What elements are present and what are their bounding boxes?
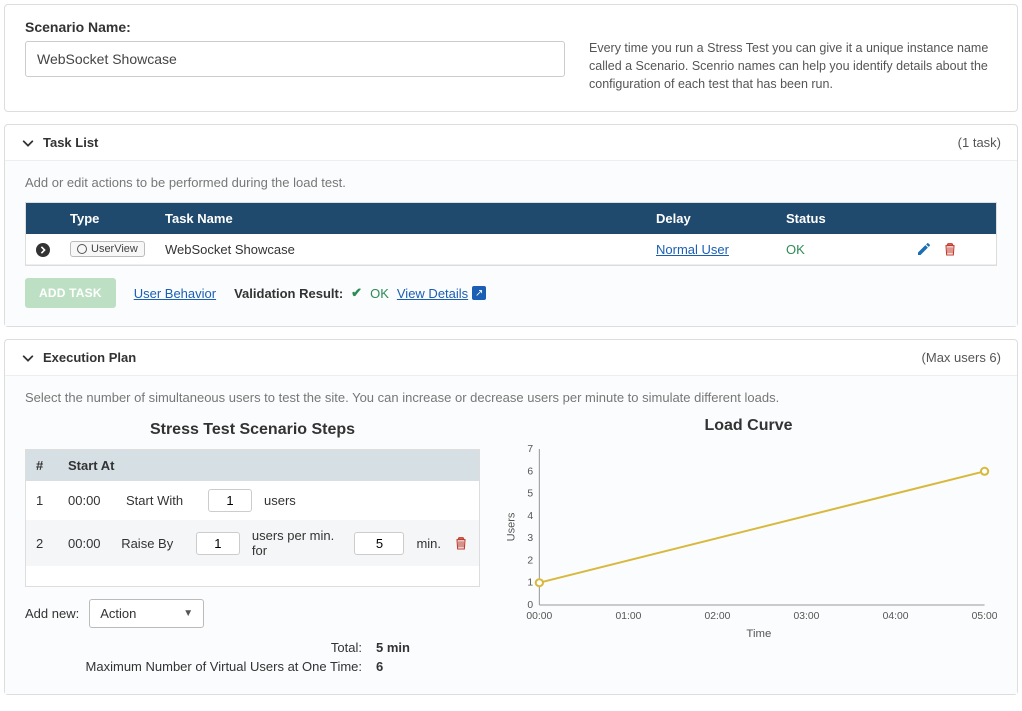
step-action-label: Raise By (121, 536, 184, 551)
svg-text:01:00: 01:00 (615, 612, 641, 623)
task-list-header[interactable]: Task List (1 task) (5, 125, 1017, 161)
task-table: Type Task Name Delay Status (26, 203, 996, 265)
step-startat: 00:00 (68, 536, 109, 551)
execution-plan-header[interactable]: Execution Plan (Max users 6) (5, 340, 1017, 376)
svg-text:2: 2 (527, 556, 533, 567)
svg-text:Time: Time (746, 629, 771, 641)
scenario-help-text: Every time you run a Stress Test you can… (589, 19, 997, 93)
pencil-icon[interactable] (916, 241, 932, 257)
step-action-label: Start With (126, 493, 196, 508)
add-task-button[interactable]: ADD TASK (25, 278, 116, 308)
svg-text:3: 3 (527, 534, 533, 545)
col-task-name: Task Name (155, 203, 646, 234)
table-row: UserView WebSocket Showcase Normal User … (26, 234, 996, 265)
step-unit2: min. (416, 536, 441, 551)
step-num: 1 (26, 481, 58, 520)
load-curve-chart: 0 1 2 3 4 5 6 7 00:00 01:00 02:00 03:00 04:00 05:00 Ti… (500, 441, 997, 641)
scenario-name-panel: Scenario Name: Every time you run a Stre… (4, 4, 1018, 112)
chart-title: Load Curve (500, 417, 997, 435)
status-ok: OK (786, 242, 805, 257)
external-link-icon[interactable]: ↗ (472, 286, 486, 300)
task-list-panel: Task List (1 task) Add or edit actions t… (4, 124, 1018, 327)
task-list-count: (1 task) (958, 135, 1001, 150)
step-unit: users (264, 493, 296, 508)
userview-badge[interactable]: UserView (70, 241, 145, 257)
step-num: 2 (26, 520, 58, 566)
svg-text:6: 6 (527, 467, 533, 478)
svg-text:4: 4 (527, 511, 533, 522)
task-list-title: Task List (43, 135, 98, 150)
svg-text:0: 0 (527, 601, 533, 612)
chevron-down-icon (21, 136, 35, 150)
validation-ok: OK (370, 286, 389, 301)
execution-plan-title: Execution Plan (43, 350, 136, 365)
trash-icon[interactable] (453, 535, 469, 551)
total-value: 5 min (376, 640, 412, 655)
chevron-down-icon (21, 351, 35, 365)
validation-result-label: Validation Result: (234, 286, 343, 301)
step-unit: users per min. for (252, 528, 343, 558)
cell-task-name: WebSocket Showcase (155, 234, 646, 265)
svg-text:00:00: 00:00 (526, 612, 552, 623)
svg-text:03:00: 03:00 (794, 612, 820, 623)
step-value-input[interactable] (196, 532, 240, 555)
svg-text:05:00: 05:00 (972, 612, 997, 623)
user-icon (77, 244, 87, 254)
add-new-label: Add new: (25, 606, 79, 621)
step-value-input[interactable] (208, 489, 252, 512)
col-status: Status (776, 203, 906, 234)
execution-plan-count: (Max users 6) (922, 350, 1001, 365)
view-details-link[interactable]: View Details (397, 286, 468, 301)
col-start-at: Start At (58, 450, 479, 481)
userview-badge-label: UserView (91, 243, 138, 255)
expand-row-icon[interactable] (36, 243, 50, 257)
step-duration-input[interactable] (354, 532, 404, 555)
svg-text:5: 5 (527, 489, 533, 500)
scenario-name-input[interactable] (25, 41, 565, 77)
steps-title: Stress Test Scenario Steps (25, 421, 480, 439)
svg-text:Users: Users (505, 513, 517, 542)
caret-down-icon: ▼ (183, 608, 193, 619)
action-select[interactable]: Action ▼ (89, 599, 204, 628)
execution-plan-hint: Select the number of simultaneous users … (25, 390, 997, 405)
action-select-value: Action (100, 606, 136, 621)
col-delay: Delay (646, 203, 776, 234)
table-row: 2 00:00 Raise By users per min. for min. (26, 520, 479, 566)
execution-plan-panel: Execution Plan (Max users 6) Select the … (4, 339, 1018, 695)
svg-text:7: 7 (527, 445, 533, 456)
max-users-label: Maximum Number of Virtual Users at One T… (86, 659, 362, 674)
max-users-value: 6 (376, 659, 412, 674)
total-label: Total: (331, 640, 362, 655)
col-type: Type (60, 203, 155, 234)
check-icon: ✔ (351, 285, 362, 301)
delay-link[interactable]: Normal User (656, 242, 729, 257)
svg-text:1: 1 (527, 578, 533, 589)
table-row: 1 00:00 Start With users (26, 481, 479, 520)
task-list-hint: Add or edit actions to be performed duri… (25, 175, 997, 190)
trash-icon[interactable] (942, 241, 958, 257)
svg-text:04:00: 04:00 (883, 612, 909, 623)
svg-text:02:00: 02:00 (705, 612, 731, 623)
steps-table: # Start At 1 00:00 Start With (26, 450, 479, 586)
col-step-num: # (26, 450, 58, 481)
step-startat: 00:00 (68, 493, 114, 508)
scenario-name-label: Scenario Name: (25, 19, 565, 35)
user-behavior-link[interactable]: User Behavior (134, 286, 216, 301)
